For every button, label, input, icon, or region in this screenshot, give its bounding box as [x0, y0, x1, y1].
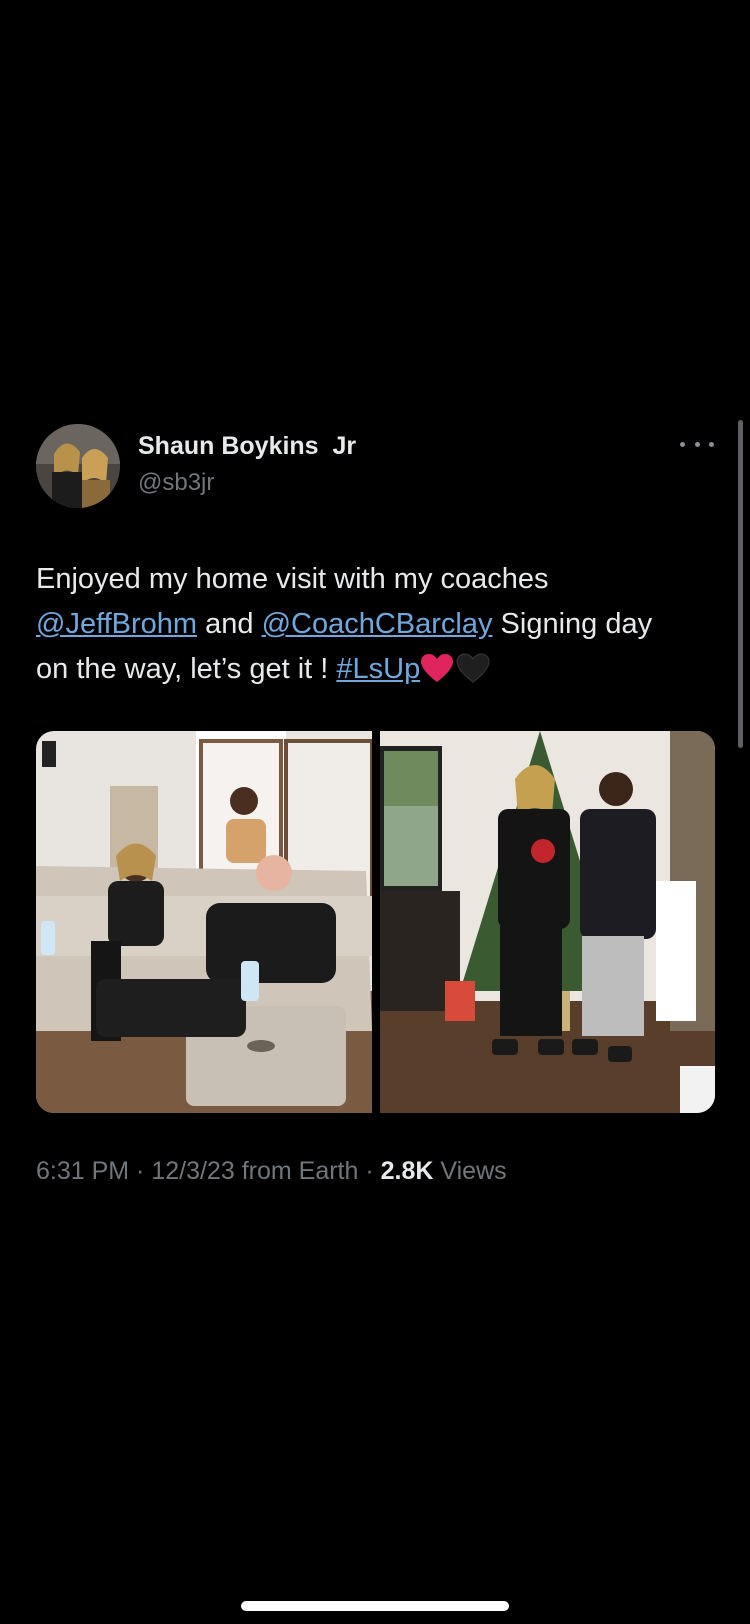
dot: [694, 441, 700, 447]
tweet-date: 12/3/23: [151, 1157, 235, 1185]
dot: [709, 441, 714, 447]
red-heart-icon: [420, 652, 454, 697]
views-count[interactable]: 2.8K: [381, 1157, 434, 1185]
tweet-time: 6:31 PM: [36, 1157, 130, 1185]
avatar[interactable]: [36, 424, 120, 508]
mention-coachcbarclay-link[interactable]: @CoachCBarclay: [262, 608, 493, 640]
tweet-text: Enjoyed my home visit with my coaches @J…: [36, 557, 676, 697]
home-indicator[interactable]: [241, 1601, 509, 1611]
display-name[interactable]: Shaun Boykins Jr: [138, 432, 356, 461]
views-label: Views: [433, 1157, 507, 1185]
more-horizontal-icon[interactable]: [680, 432, 714, 456]
tweet-text-part: Enjoyed my home visit with my coaches: [36, 563, 549, 595]
separator-dot: ·: [129, 1157, 152, 1185]
scrollbar[interactable]: [738, 420, 743, 748]
mention-jeffbrohm-link[interactable]: @JeffBrohm: [36, 608, 197, 640]
black-heart-icon: [454, 652, 492, 697]
tweet-meta: 6:31 PM · 12/3/23 from Earth · 2.8K View…: [36, 1157, 507, 1186]
separator-dot: ·: [358, 1157, 381, 1185]
tweet-source: from Earth: [234, 1157, 359, 1185]
hashtag-lsup-link[interactable]: #LsUp: [336, 653, 420, 685]
media-grid: [36, 731, 715, 1113]
home-visit-living-room-photo[interactable]: [36, 731, 372, 1113]
christmas-tree-photo[interactable]: [379, 731, 716, 1113]
dot: [680, 441, 685, 447]
tweet-text-part: and: [197, 608, 262, 640]
user-handle[interactable]: @sb3jr: [138, 469, 214, 497]
